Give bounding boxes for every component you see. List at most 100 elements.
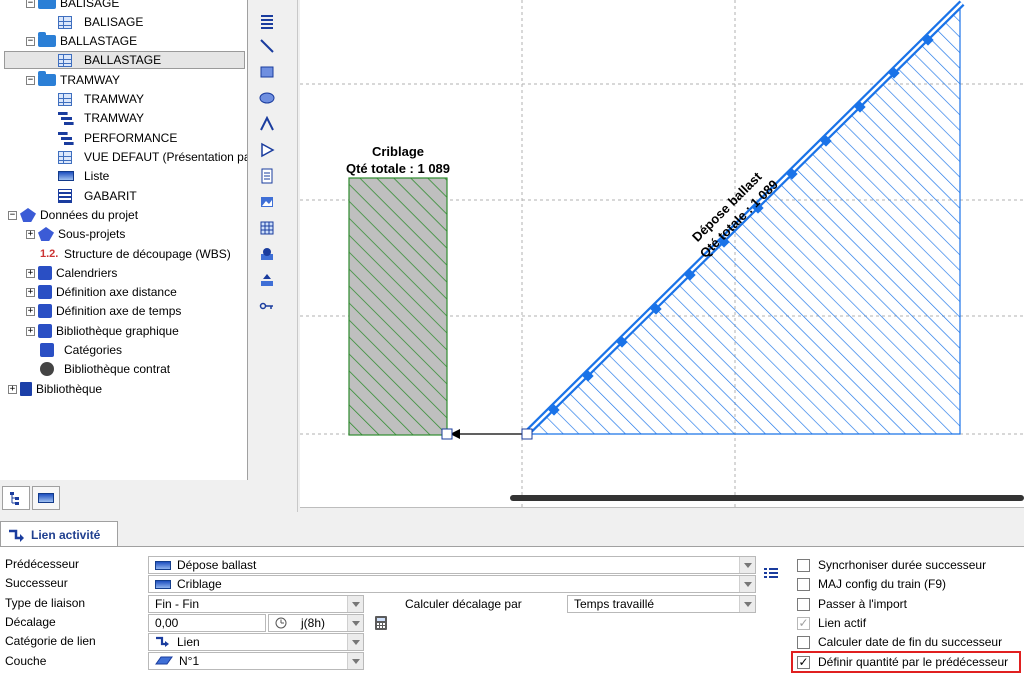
tree-item-vue-defaut[interactable]: VUE DEFAUT (Présentation par	[58, 148, 247, 166]
folder-icon	[38, 32, 56, 47]
activity-icon	[155, 579, 171, 589]
criblage-block[interactable]	[348, 177, 448, 436]
link-tool-button[interactable]	[256, 295, 278, 317]
collapse-toggle[interactable]: −	[26, 75, 35, 85]
tree-node-calendriers[interactable]: + Calendriers	[26, 264, 117, 282]
clock-icon	[275, 617, 287, 629]
tab-list-view[interactable]	[32, 486, 60, 510]
expand-toggle[interactable]: +	[26, 268, 35, 278]
tab-tree-view[interactable]	[2, 486, 30, 510]
tree-item-tramway-grid[interactable]: TRAMWAY	[58, 90, 144, 108]
link-arrow-icon	[9, 529, 24, 542]
tree-item-tramway-gantt[interactable]: TRAMWAY	[58, 109, 144, 127]
expand-toggle[interactable]: +	[26, 326, 35, 336]
expand-toggle[interactable]: +	[26, 306, 35, 316]
checkbox-box-checked[interactable]: ✓	[797, 616, 810, 630]
tree-item-gabarit[interactable]: GABARIT	[58, 187, 137, 205]
link-end-handle[interactable]	[441, 428, 453, 440]
rectangle-tool-button[interactable]	[256, 61, 278, 83]
list-lines-icon	[764, 568, 778, 578]
project-tree: − BALISAGE BALISAGE − BALLASTAGE BALLAST…	[0, 0, 248, 480]
calculer-decalage-select[interactable]: Temps travaillé	[567, 595, 756, 613]
couche-select[interactable]: N°1	[148, 652, 364, 670]
expand-toggle[interactable]: +	[26, 229, 35, 239]
categories-icon	[40, 343, 54, 357]
tree-folder-tramway[interactable]: − TRAMWAY	[26, 71, 120, 89]
tree-item-ballastage[interactable]: BALLASTAGE	[4, 51, 245, 69]
list-icon	[58, 171, 74, 181]
text-tool-button[interactable]	[256, 165, 278, 187]
checkbox-calculer-date-fin[interactable]: Calculer date de fin du successeur	[797, 633, 1002, 651]
graphic-library-icon	[38, 324, 52, 338]
chevron-down-icon[interactable]	[347, 634, 363, 650]
chevron-down-icon[interactable]	[739, 576, 755, 592]
horizontal-scrollbar[interactable]	[510, 495, 1024, 501]
tree-item-liste[interactable]: Liste	[58, 167, 109, 185]
tree-node-sous-projets[interactable]: + Sous-projets	[26, 225, 125, 243]
collapse-toggle[interactable]: −	[8, 210, 17, 220]
expand-toggle[interactable]: +	[8, 384, 17, 394]
collapse-toggle[interactable]: −	[26, 0, 35, 8]
checkbox-passer-import[interactable]: Passer à l'import	[797, 595, 907, 613]
tree-node-donnees-projet[interactable]: − Données du projet	[8, 206, 138, 224]
tree-node-axe-distance[interactable]: + Définition axe distance	[26, 283, 177, 301]
tree-node-bibliotheque-graphique[interactable]: + Bibliothèque graphique	[26, 322, 179, 340]
image-icon	[261, 197, 273, 207]
label-calculer-decalage: Calculer décalage par	[405, 597, 522, 611]
activity-list-button[interactable]	[760, 562, 782, 584]
link-start-handle[interactable]	[521, 428, 533, 440]
chevron-down-icon[interactable]	[347, 653, 363, 669]
import-icon	[261, 274, 273, 286]
document-icon	[261, 168, 273, 184]
collapse-toggle[interactable]: −	[26, 36, 35, 46]
line-tool-button[interactable]	[256, 35, 278, 57]
calendar-icon	[38, 266, 52, 280]
label-type-liaison: Type de liaison	[5, 596, 86, 610]
tree-node-categories[interactable]: Catégories	[40, 341, 122, 359]
checkbox-box[interactable]	[797, 597, 810, 611]
select-tool-button[interactable]	[256, 10, 278, 32]
expand-toggle[interactable]: +	[26, 287, 35, 297]
tree-node-bibliotheque[interactable]: + Bibliothèque	[8, 380, 102, 398]
label-decalage: Décalage	[5, 615, 56, 629]
arrow-tool-button[interactable]	[256, 139, 278, 161]
grid-tool-button[interactable]	[256, 217, 278, 239]
checkbox-box[interactable]	[797, 577, 810, 591]
categorie-lien-select[interactable]: Lien	[148, 633, 364, 651]
gantt-icon	[58, 131, 74, 145]
checkbox-lien-actif[interactable]: ✓ Lien actif	[797, 614, 866, 632]
tree-item-balisage[interactable]: BALISAGE	[58, 13, 143, 31]
chevron-down-icon[interactable]	[347, 596, 363, 612]
checkbox-box[interactable]	[797, 635, 810, 649]
import-tool-button[interactable]	[256, 269, 278, 291]
chevron-down-icon[interactable]	[347, 615, 363, 631]
decalage-unit-select[interactable]: j(8h)	[268, 614, 364, 632]
tree-node-wbs[interactable]: 1.2. Structure de découpage (WBS)	[40, 245, 231, 263]
tab-lien-activite[interactable]: Lien activité	[0, 521, 118, 547]
chart-canvas[interactable]: Criblage Qté totale : 1 089 Dépose balla…	[300, 0, 1024, 508]
ellipse-tool-button[interactable]	[256, 87, 278, 109]
grid-view-icon	[58, 150, 72, 164]
polyline-tool-button[interactable]	[256, 113, 278, 135]
decalage-input[interactable]: 0,00	[148, 614, 266, 632]
chevron-down-icon[interactable]	[739, 557, 755, 573]
tree-folder-balisage[interactable]: − BALISAGE	[26, 0, 119, 12]
tree-folder-ballastage[interactable]: − BALLASTAGE	[26, 32, 137, 50]
calculator-button[interactable]	[370, 613, 392, 633]
checkbox-maj-config-train[interactable]: MAJ config du train (F9)	[797, 575, 946, 593]
tree-node-axe-temps[interactable]: + Définition axe de temps	[26, 302, 181, 320]
chevron-down-icon[interactable]	[739, 596, 755, 612]
symbol-tool-button[interactable]	[256, 243, 278, 265]
checkbox-box[interactable]	[797, 558, 810, 572]
predecesseur-select[interactable]: Dépose ballast	[148, 556, 756, 574]
tree-item-performance[interactable]: PERFORMANCE	[58, 129, 177, 147]
successeur-select[interactable]: Criblage	[148, 575, 756, 593]
time-axis-icon	[38, 304, 52, 318]
checkbox-synchroniser-duree[interactable]: Syncrhoniser durée successeur	[797, 556, 986, 574]
contract-library-icon	[40, 362, 54, 376]
grid-view-icon	[58, 92, 72, 106]
image-tool-button[interactable]	[256, 191, 278, 213]
tree-node-bibliotheque-contrat[interactable]: Bibliothèque contrat	[40, 360, 170, 378]
grid-view-icon	[58, 53, 72, 67]
type-liaison-select[interactable]: Fin - Fin	[148, 595, 364, 613]
